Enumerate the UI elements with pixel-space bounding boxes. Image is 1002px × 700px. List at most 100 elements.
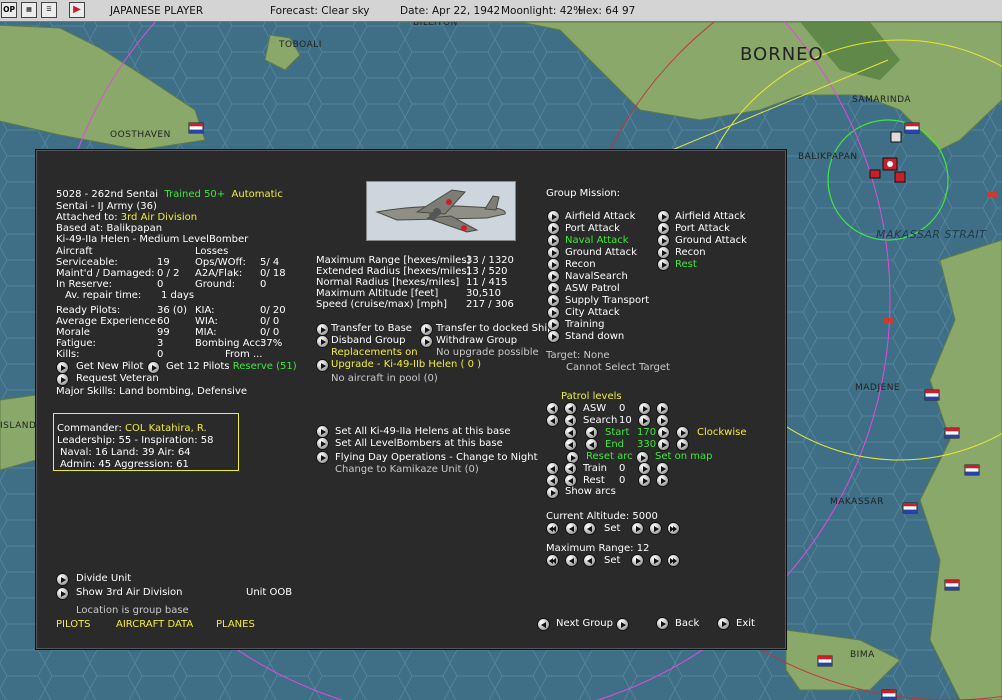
mission-button[interactable] <box>658 259 669 270</box>
rest-dec-button[interactable] <box>565 475 576 486</box>
train-inc-button[interactable] <box>639 463 650 474</box>
range-dec-button[interactable] <box>584 555 595 566</box>
tab-aircraft-data[interactable]: AIRCRAFT DATA <box>116 619 193 631</box>
show-division-button[interactable] <box>57 588 68 599</box>
info-button[interactable]: ▦ <box>21 2 37 18</box>
start-down-button[interactable] <box>565 427 576 438</box>
search-dec-button[interactable] <box>565 415 576 426</box>
range-max-button[interactable] <box>668 555 679 566</box>
range-set-button[interactable]: Set <box>604 555 620 567</box>
start-inc-button[interactable] <box>658 427 669 438</box>
mission-option[interactable]: Airfield Attack <box>565 211 635 223</box>
kamikaze-label[interactable]: Change to Kamikaze Unit (0) <box>335 464 479 476</box>
mission-button[interactable] <box>658 247 669 258</box>
altitude-set-button[interactable]: Set <box>604 523 620 535</box>
train-down-button[interactable] <box>547 463 558 474</box>
transfer-ship-button[interactable] <box>421 324 432 335</box>
mission-button[interactable] <box>548 211 559 222</box>
mission-button[interactable] <box>548 259 559 270</box>
mission-option[interactable]: Stand down <box>565 331 624 343</box>
mission-option[interactable]: ASW Patrol <box>565 283 620 295</box>
range-dec10-button[interactable] <box>566 555 577 566</box>
mission-option[interactable]: Recon <box>675 247 706 259</box>
clockwise-toggle[interactable]: Clockwise <box>697 427 747 439</box>
set-all-role-label[interactable]: Set All LevelBombers at this base <box>335 438 503 450</box>
mission-button[interactable] <box>658 223 669 234</box>
op-button[interactable]: OP <box>1 2 17 18</box>
divide-unit-button[interactable] <box>57 574 68 585</box>
mission-option[interactable]: City Attack <box>565 307 620 319</box>
asw-inc-button[interactable] <box>639 403 650 414</box>
back-button[interactable] <box>657 618 668 629</box>
show-arcs-label[interactable]: Show arcs <box>565 486 616 498</box>
mission-option[interactable]: Recon <box>565 259 596 271</box>
mission-button[interactable] <box>548 331 559 342</box>
set-all-type-label[interactable]: Set All Ki-49-IIa Helens at this base <box>335 426 510 438</box>
train-up-button[interactable] <box>657 463 668 474</box>
reset-arc-button[interactable] <box>567 452 578 463</box>
transfer-ship-label[interactable]: Transfer to docked Ship <box>436 323 554 335</box>
show-arcs-button[interactable] <box>547 487 558 498</box>
next-group-button[interactable] <box>617 619 628 630</box>
rest-up-button[interactable] <box>657 475 668 486</box>
play-turn-button[interactable]: ▶ <box>69 2 85 18</box>
set-all-role-button[interactable] <box>317 438 328 449</box>
altitude-dec10-button[interactable] <box>566 523 577 534</box>
altitude-max-button[interactable] <box>668 523 679 534</box>
asw-down-button[interactable] <box>547 403 558 414</box>
from-link[interactable]: From ... <box>225 349 263 361</box>
rest-down-button[interactable] <box>547 475 558 486</box>
mission-button[interactable] <box>548 247 559 258</box>
rest-inc-button[interactable] <box>639 475 650 486</box>
unit-oob-link[interactable]: Unit OOB <box>246 587 292 599</box>
attached-link[interactable]: 3rd Air Division <box>121 212 197 223</box>
withdraw-button[interactable] <box>421 336 432 347</box>
mission-button[interactable] <box>548 295 559 306</box>
get-new-pilot-button[interactable] <box>57 362 68 373</box>
start-up-button[interactable] <box>677 427 688 438</box>
set-all-type-button[interactable] <box>317 426 328 437</box>
tab-planes[interactable]: PLANES <box>216 619 255 631</box>
mission-button[interactable] <box>548 307 559 318</box>
mission-option-selected[interactable]: Naval Attack <box>565 235 629 247</box>
flying-ops-button[interactable] <box>317 452 328 463</box>
mission-button[interactable] <box>548 319 559 330</box>
altitude-inc10-button[interactable] <box>650 523 661 534</box>
exit-label[interactable]: Exit <box>736 618 755 630</box>
mission-button[interactable] <box>548 235 559 246</box>
get-12-pilots-button[interactable] <box>148 362 159 373</box>
mission-option[interactable]: Port Attack <box>565 223 620 235</box>
mission-option[interactable]: Supply Transport <box>565 295 649 307</box>
train-dec-button[interactable] <box>565 463 576 474</box>
mission-button[interactable] <box>658 211 669 222</box>
mission-button[interactable] <box>548 271 559 282</box>
search-inc-button[interactable] <box>639 415 650 426</box>
range-inc10-button[interactable] <box>650 555 661 566</box>
replacements-toggle[interactable]: Replacements on <box>331 347 418 359</box>
exit-button[interactable] <box>718 618 729 629</box>
upgrade-label[interactable]: Upgrade - Ki-49-IIb Helen ( 0 ) <box>331 359 481 371</box>
commander-name[interactable]: COL Katahira, R. <box>125 423 207 434</box>
mission-button[interactable] <box>658 235 669 246</box>
disband-label[interactable]: Disband Group <box>331 335 405 347</box>
transfer-base-label[interactable]: Transfer to Base <box>331 323 412 335</box>
end-up-button[interactable] <box>677 439 688 450</box>
upgrade-button[interactable] <box>317 360 328 371</box>
flying-ops-label[interactable]: Flying Day Operations - Change to Night <box>335 452 538 464</box>
range-min-button[interactable] <box>547 555 558 566</box>
altitude-inc-button[interactable] <box>632 523 643 534</box>
list-button[interactable]: ☰ <box>41 2 57 18</box>
set-on-map-label[interactable]: Set on map <box>655 451 712 463</box>
mission-button[interactable] <box>548 283 559 294</box>
back-label[interactable]: Back <box>675 618 699 630</box>
show-division-label[interactable]: Show 3rd Air Division <box>76 587 183 599</box>
cannot-select-target[interactable]: Cannot Select Target <box>566 362 670 374</box>
automatic-toggle[interactable]: Automatic <box>232 189 283 200</box>
asw-up-button[interactable] <box>657 403 668 414</box>
tab-pilots[interactable]: PILOTS <box>56 619 91 631</box>
start-dec-button[interactable] <box>586 427 597 438</box>
mission-option[interactable]: Ground Attack <box>565 247 637 259</box>
prev-group-icon[interactable] <box>538 619 549 630</box>
end-inc-button[interactable] <box>658 439 669 450</box>
reset-arc-label[interactable]: Reset arc <box>586 451 633 463</box>
